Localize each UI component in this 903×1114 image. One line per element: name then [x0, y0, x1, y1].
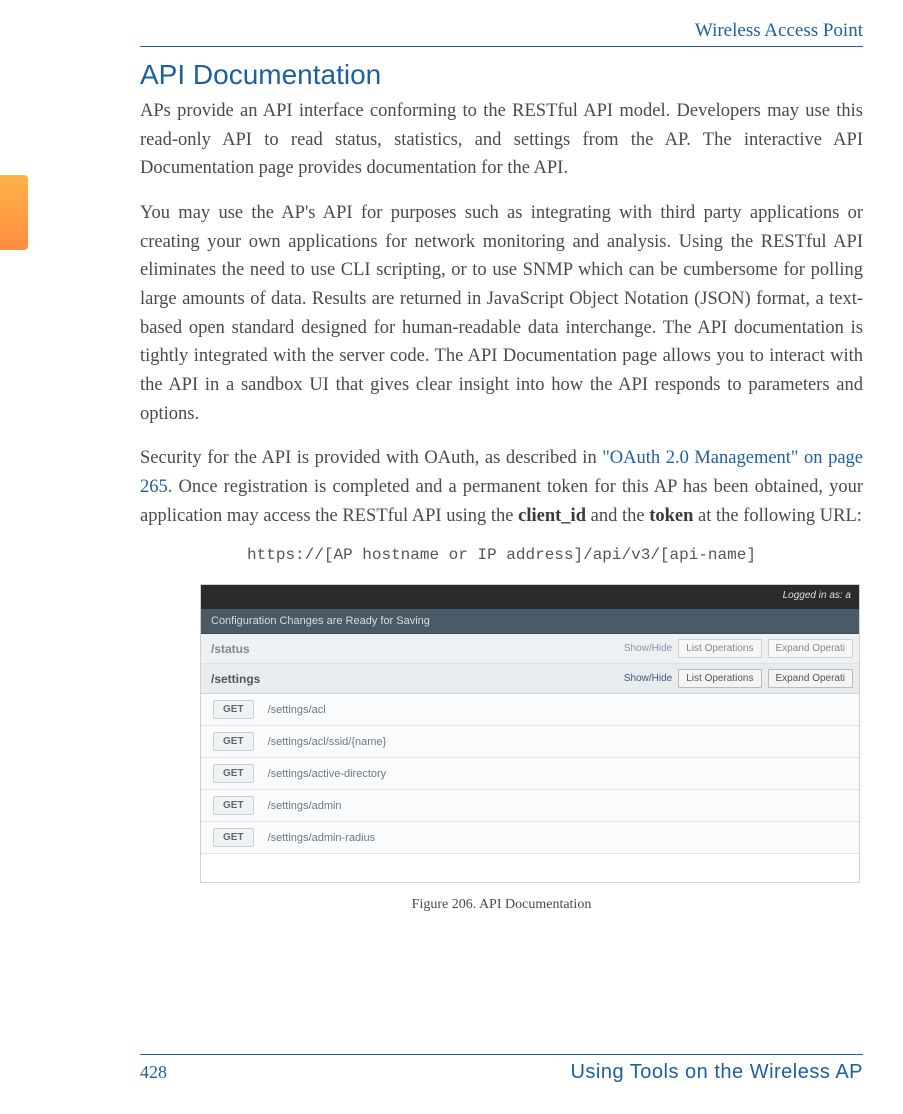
list-ops-button[interactable]: List Operations — [678, 639, 761, 658]
section-path-settings: /settings — [201, 672, 624, 686]
api-rows-container: GET/settings/aclGET/settings/acl/ssid/{n… — [201, 694, 859, 854]
method-badge: GET — [213, 764, 254, 783]
api-path: /settings/active-directory — [268, 768, 387, 780]
list-ops-button[interactable]: List Operations — [678, 669, 761, 688]
api-row[interactable]: GET/settings/acl — [201, 694, 859, 726]
footer-title: Using Tools on the Wireless AP — [570, 1061, 863, 1084]
expand-ops-button[interactable]: Expand Operati — [768, 639, 854, 658]
section-status[interactable]: /status Show/Hide List Operations Expand… — [201, 634, 859, 664]
client-id-bold: client_id — [518, 506, 586, 526]
expand-ops-button[interactable]: Expand Operati — [768, 669, 854, 688]
section-path-status: /status — [201, 642, 624, 656]
screenshot-topbar: Logged in as: a — [201, 585, 859, 609]
api-screenshot: Logged in as: a Configuration Changes ar… — [200, 584, 860, 883]
section-heading: API Documentation — [140, 59, 863, 91]
method-badge: GET — [213, 732, 254, 751]
page-footer: 428 Using Tools on the Wireless AP — [140, 1054, 863, 1084]
page-container: Wireless Access Point API Documentation … — [0, 0, 903, 1114]
section-controls-settings: Show/Hide List Operations Expand Operati — [624, 669, 859, 688]
show-hide-link[interactable]: Show/Hide — [624, 673, 672, 684]
api-path: /settings/admin — [268, 800, 342, 812]
api-row[interactable]: GET/settings/admin-radius — [201, 822, 859, 854]
method-badge: GET — [213, 796, 254, 815]
token-bold: token — [649, 506, 693, 526]
p3-pre: Security for the API is provided with OA… — [140, 448, 602, 468]
figure-caption: Figure 206. API Documentation — [140, 897, 863, 913]
api-row[interactable]: GET/settings/admin — [201, 790, 859, 822]
api-row[interactable]: GET/settings/acl/ssid/{name} — [201, 726, 859, 758]
section-settings[interactable]: /settings Show/Hide List Operations Expa… — [201, 664, 859, 694]
api-row[interactable]: GET/settings/active-directory — [201, 758, 859, 790]
paragraph-3: Security for the API is provided with OA… — [140, 444, 863, 530]
paragraph-1: APs provide an API interface conforming … — [140, 97, 863, 183]
code-url: https://[AP hostname or IP address]/api/… — [140, 546, 863, 564]
section-controls-status: Show/Hide List Operations Expand Operati — [624, 639, 859, 658]
method-badge: GET — [213, 700, 254, 719]
p3-mid2: and the — [586, 506, 649, 526]
api-path: /settings/acl/ssid/{name} — [268, 736, 387, 748]
config-banner: Configuration Changes are Ready for Savi… — [201, 609, 859, 634]
api-path: /settings/admin-radius — [268, 832, 376, 844]
method-badge: GET — [213, 828, 254, 847]
paragraph-2: You may use the AP's API for purposes su… — [140, 199, 863, 428]
page-number: 428 — [140, 1062, 167, 1083]
show-hide-link[interactable]: Show/Hide — [624, 643, 672, 654]
p3-post: at the following URL: — [693, 506, 862, 526]
page-header: Wireless Access Point — [140, 20, 863, 47]
header-title: Wireless Access Point — [695, 20, 863, 41]
api-path: /settings/acl — [268, 704, 326, 716]
